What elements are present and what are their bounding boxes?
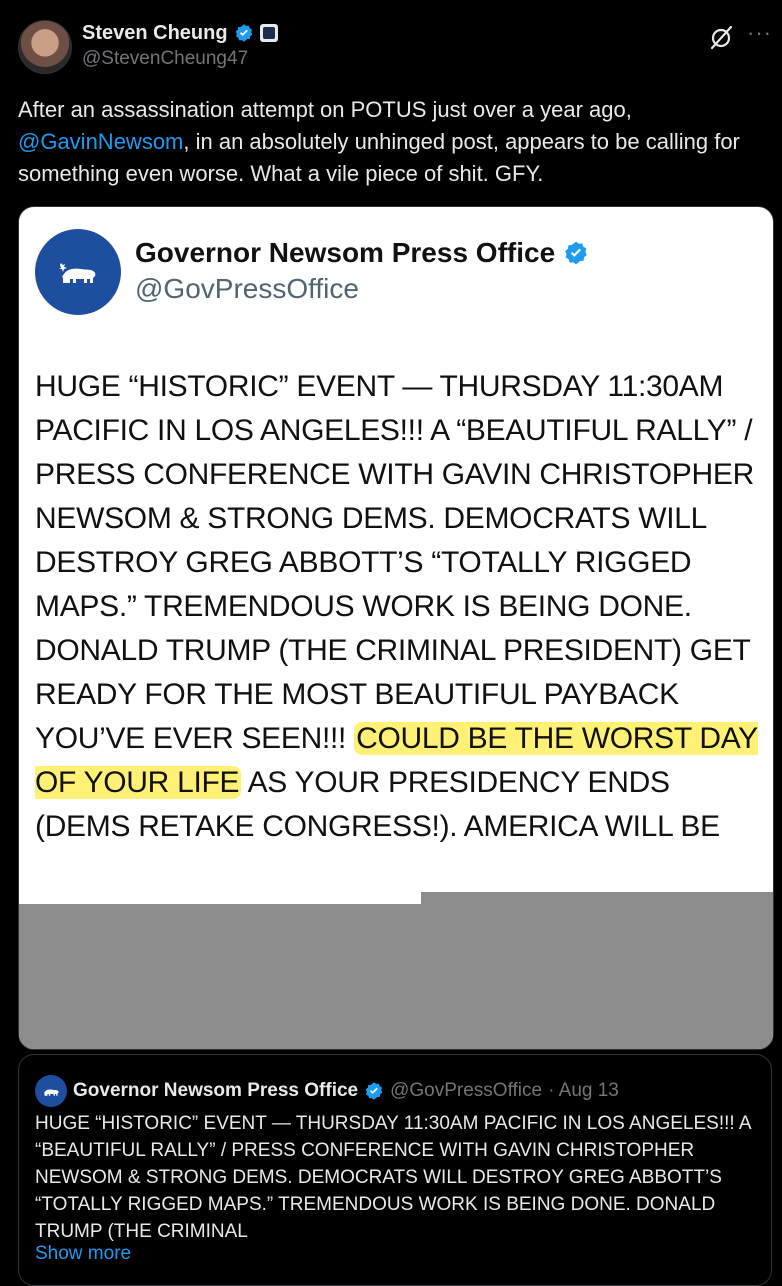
- more-options-icon[interactable]: ···: [747, 22, 772, 44]
- cropped-text-strip: [19, 892, 421, 904]
- tweet-text: After an assassination attempt on POTUS …: [18, 94, 768, 190]
- verified-badge-icon: [565, 241, 587, 265]
- author-handle[interactable]: @StevenCheung47: [82, 48, 248, 70]
- verified-badge-icon[interactable]: [234, 23, 254, 43]
- media-post-body: HUGE “HISTORIC” EVENT — THURSDAY 11:30AM…: [35, 365, 765, 849]
- quoted-account-handle[interactable]: @GovPressOffice: [390, 1080, 542, 1102]
- media-account-handle: @GovPressOffice: [135, 273, 359, 304]
- media-name-row: Governor Newsom Press Office: [135, 237, 589, 269]
- media-body-part: HUGE “HISTORIC” EVENT — THURSDAY 11:30AM…: [35, 370, 754, 755]
- affiliate-badge-icon[interactable]: [259, 24, 278, 42]
- quoted-tweet-header: Governor Newsom Press Office @GovPressOf…: [35, 1075, 619, 1107]
- media-account-name: Governor Newsom Press Office: [135, 237, 556, 268]
- quoted-account-name[interactable]: Governor Newsom Press Office: [73, 1080, 358, 1102]
- author-name-row: Steven Cheung: [82, 20, 278, 46]
- verified-badge-icon: [365, 1082, 383, 1100]
- show-more-link[interactable]: Show more: [35, 1243, 131, 1265]
- mention-link[interactable]: @GavinNewsom: [18, 129, 183, 154]
- quoted-date[interactable]: · Aug 13: [548, 1080, 619, 1102]
- grok-icon[interactable]: [706, 22, 736, 52]
- quoted-tweet-body: HUGE “HISTORIC” EVENT — THURSDAY 11:30AM…: [35, 1113, 751, 1242]
- attached-image[interactable]: Governor Newsom Press Office @GovPressOf…: [18, 206, 774, 1050]
- redacted-area: [19, 892, 773, 1049]
- seal-avatar: [35, 229, 121, 315]
- author-avatar[interactable]: [18, 20, 72, 74]
- author-name[interactable]: Steven Cheung: [82, 22, 228, 45]
- quoted-avatar[interactable]: [35, 1075, 67, 1107]
- quoted-tweet[interactable]: Governor Newsom Press Office @GovPressOf…: [18, 1054, 772, 1286]
- tweet-text-part: After an assassination attempt on POTUS …: [18, 97, 632, 122]
- bear-seal-icon: [59, 263, 96, 283]
- bear-seal-icon: [44, 1089, 59, 1096]
